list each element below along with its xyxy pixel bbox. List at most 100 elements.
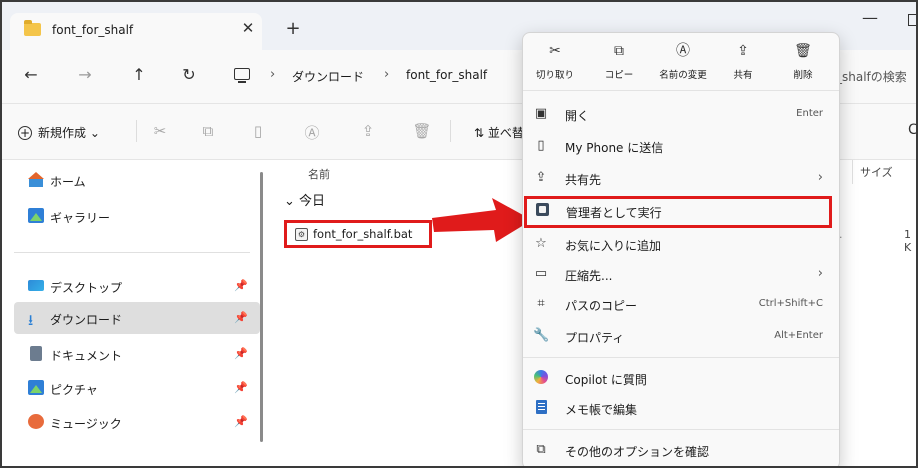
pictures-icon [28, 380, 44, 395]
copilot-icon [533, 370, 549, 388]
sidebar-item-label: ミュージック [50, 417, 122, 431]
search-input[interactable]: _shalfの検索 [836, 68, 907, 85]
file-name: font_for_shalf.bat [313, 227, 413, 241]
pin-icon[interactable]: 📌 [234, 415, 248, 428]
breadcrumb-font-for-shalf[interactable]: font_for_shalf [406, 68, 487, 82]
gallery-icon [28, 208, 44, 223]
sidebar-item-downloads[interactable]: ⭳ ダウンロード 📌 [14, 302, 260, 334]
explorer-window: font_for_shalf ✕ + — ← → ↑ ↻ › ダウンロード › … [0, 0, 918, 468]
scissors-icon: ✂ [549, 43, 561, 59]
menu-item-shortcut: Ctrl+Shift+C [758, 298, 823, 309]
music-icon [28, 414, 44, 429]
this-pc-icon[interactable] [234, 68, 250, 83]
sidebar-item-documents[interactable]: ドキュメント 📌 [2, 338, 260, 370]
breadcrumb-downloads[interactable]: ダウンロード [292, 68, 364, 85]
sidebar-item-desktop[interactable]: デスクトップ 📌 [2, 270, 260, 302]
menu-item-ask-copilot[interactable]: Copilot に質問 [523, 363, 839, 395]
menu-item-run-as-admin[interactable]: 管理者として実行 [524, 196, 832, 228]
menu-item-properties[interactable]: 🔧 プロパティ Alt+Enter [523, 321, 839, 353]
run-as-admin-icon [534, 203, 550, 220]
file-row-bat[interactable]: ⚙ font_for_shalf.bat [284, 220, 432, 248]
quick-actions-bar: ✂ 切り取り ⧉ コピー Ⓐ 名前の変更 ⇪ 共有 🗑 削除 [523, 33, 839, 91]
menu-item-label: メモ帳で編集 [565, 403, 638, 417]
menu-item-copy-path[interactable]: ⌗ パスのコピー Ctrl+Shift+C [523, 289, 839, 321]
delete-icon: 🗑 [794, 43, 812, 59]
sort-button-label: 並べ替 [487, 126, 524, 140]
open-icon: ▣ [534, 106, 548, 121]
wrench-icon: 🔧 [533, 328, 550, 343]
copy-action[interactable]: ⧉ コピー [591, 41, 647, 81]
menu-item-open[interactable]: ▣ 開く Enter [523, 99, 839, 131]
view-options-icon[interactable]: C [908, 122, 916, 138]
menu-item-edit-notepad[interactable]: メモ帳で編集 [523, 393, 839, 425]
group-header-today[interactable]: ⌄ 今日 [284, 190, 325, 209]
share-action[interactable]: ⇪ 共有 [715, 41, 771, 81]
copy-icon[interactable]: ⧉ [198, 122, 218, 140]
paste-icon[interactable]: ▯ [248, 122, 268, 140]
pin-icon[interactable]: 📌 [234, 347, 248, 360]
pin-icon[interactable]: 📌 [234, 311, 248, 324]
menu-item-send-to-phone[interactable]: ▯ My Phone に送信 [523, 131, 839, 163]
chevron-right-icon[interactable]: › [384, 67, 389, 82]
divider [523, 429, 839, 430]
close-tab-icon[interactable]: ✕ [238, 19, 258, 37]
refresh-button[interactable]: ↻ [178, 65, 200, 84]
up-button[interactable]: ↑ [128, 65, 150, 84]
star-icon: ☆ [535, 236, 547, 251]
back-button[interactable]: ← [20, 65, 42, 84]
menu-item-share-with[interactable]: ⇪ 共有先 › [523, 163, 839, 195]
divider [523, 357, 839, 358]
delete-icon[interactable]: 🗑 [412, 122, 432, 140]
desktop-icon [28, 280, 44, 291]
quick-action-label: 共有 [733, 70, 753, 81]
cut-action[interactable]: ✂ 切り取り [527, 41, 583, 81]
share-icon: ⇪ [535, 170, 547, 185]
sidebar-item-label: ドキュメント [50, 349, 123, 363]
delete-action[interactable]: 🗑 削除 [775, 41, 831, 81]
sort-button[interactable]: ⇅ 並べ替 [474, 124, 524, 141]
maximize-button[interactable] [908, 14, 916, 26]
chevron-right-icon[interactable]: › [270, 67, 275, 82]
tab-font-for-shalf[interactable]: font_for_shalf ✕ [10, 13, 262, 50]
column-header-name[interactable]: 名前 [308, 166, 330, 182]
share-icon[interactable]: ⇪ [358, 122, 378, 140]
divider [450, 120, 451, 142]
divider [136, 120, 137, 142]
plus-icon: + [18, 126, 32, 140]
sidebar-item-home[interactable]: ホーム [2, 164, 260, 196]
menu-item-label: お気に入りに追加 [565, 239, 662, 253]
file-size: 1 K [904, 228, 912, 254]
sidebar-item-music[interactable]: ミュージック 📌 [2, 406, 260, 438]
cut-icon[interactable]: ✂ [150, 122, 170, 140]
chevron-right-icon: › [817, 170, 823, 185]
menu-item-shortcut: Enter [796, 108, 823, 119]
forward-button[interactable]: → [74, 65, 96, 84]
annotation-arrow [432, 198, 532, 242]
menu-item-label: その他のオプションを確認 [565, 445, 710, 459]
rename-icon: Ⓐ [676, 43, 690, 59]
menu-item-compress-to[interactable]: ▭ 圧縮先... › [523, 259, 839, 291]
pin-icon[interactable]: 📌 [234, 381, 248, 394]
column-header-size[interactable]: サイズ [860, 164, 893, 180]
menu-item-label: パスのコピー [565, 299, 638, 313]
minimize-button[interactable]: — [862, 8, 878, 27]
sidebar-item-gallery[interactable]: ギャラリー [2, 200, 260, 232]
sidebar-scrollbar[interactable] [260, 172, 263, 442]
rename-action[interactable]: Ⓐ 名前の変更 [655, 41, 711, 81]
new-button-label: 新規作成 [38, 126, 87, 140]
menu-item-label: 管理者として実行 [566, 206, 662, 220]
pin-icon[interactable]: 📌 [234, 279, 248, 292]
menu-item-add-favorites[interactable]: ☆ お気に入りに追加 [523, 229, 839, 261]
new-tab-button[interactable]: + [282, 18, 304, 39]
quick-action-label: 削除 [793, 70, 813, 81]
rename-icon[interactable]: Ⓐ [302, 122, 322, 143]
menu-item-more-options[interactable]: ⧉ その他のオプションを確認 [523, 435, 839, 466]
tab-title: font_for_shalf [52, 23, 134, 37]
share-icon: ⇪ [737, 43, 749, 59]
sidebar-item-pictures[interactable]: ピクチャ 📌 [2, 372, 260, 404]
folder-icon [24, 20, 41, 36]
new-button[interactable]: + 新規作成 ⌄ [18, 124, 100, 141]
group-header-label: 今日 [299, 194, 326, 209]
documents-icon [30, 346, 42, 361]
column-divider[interactable] [852, 160, 853, 184]
